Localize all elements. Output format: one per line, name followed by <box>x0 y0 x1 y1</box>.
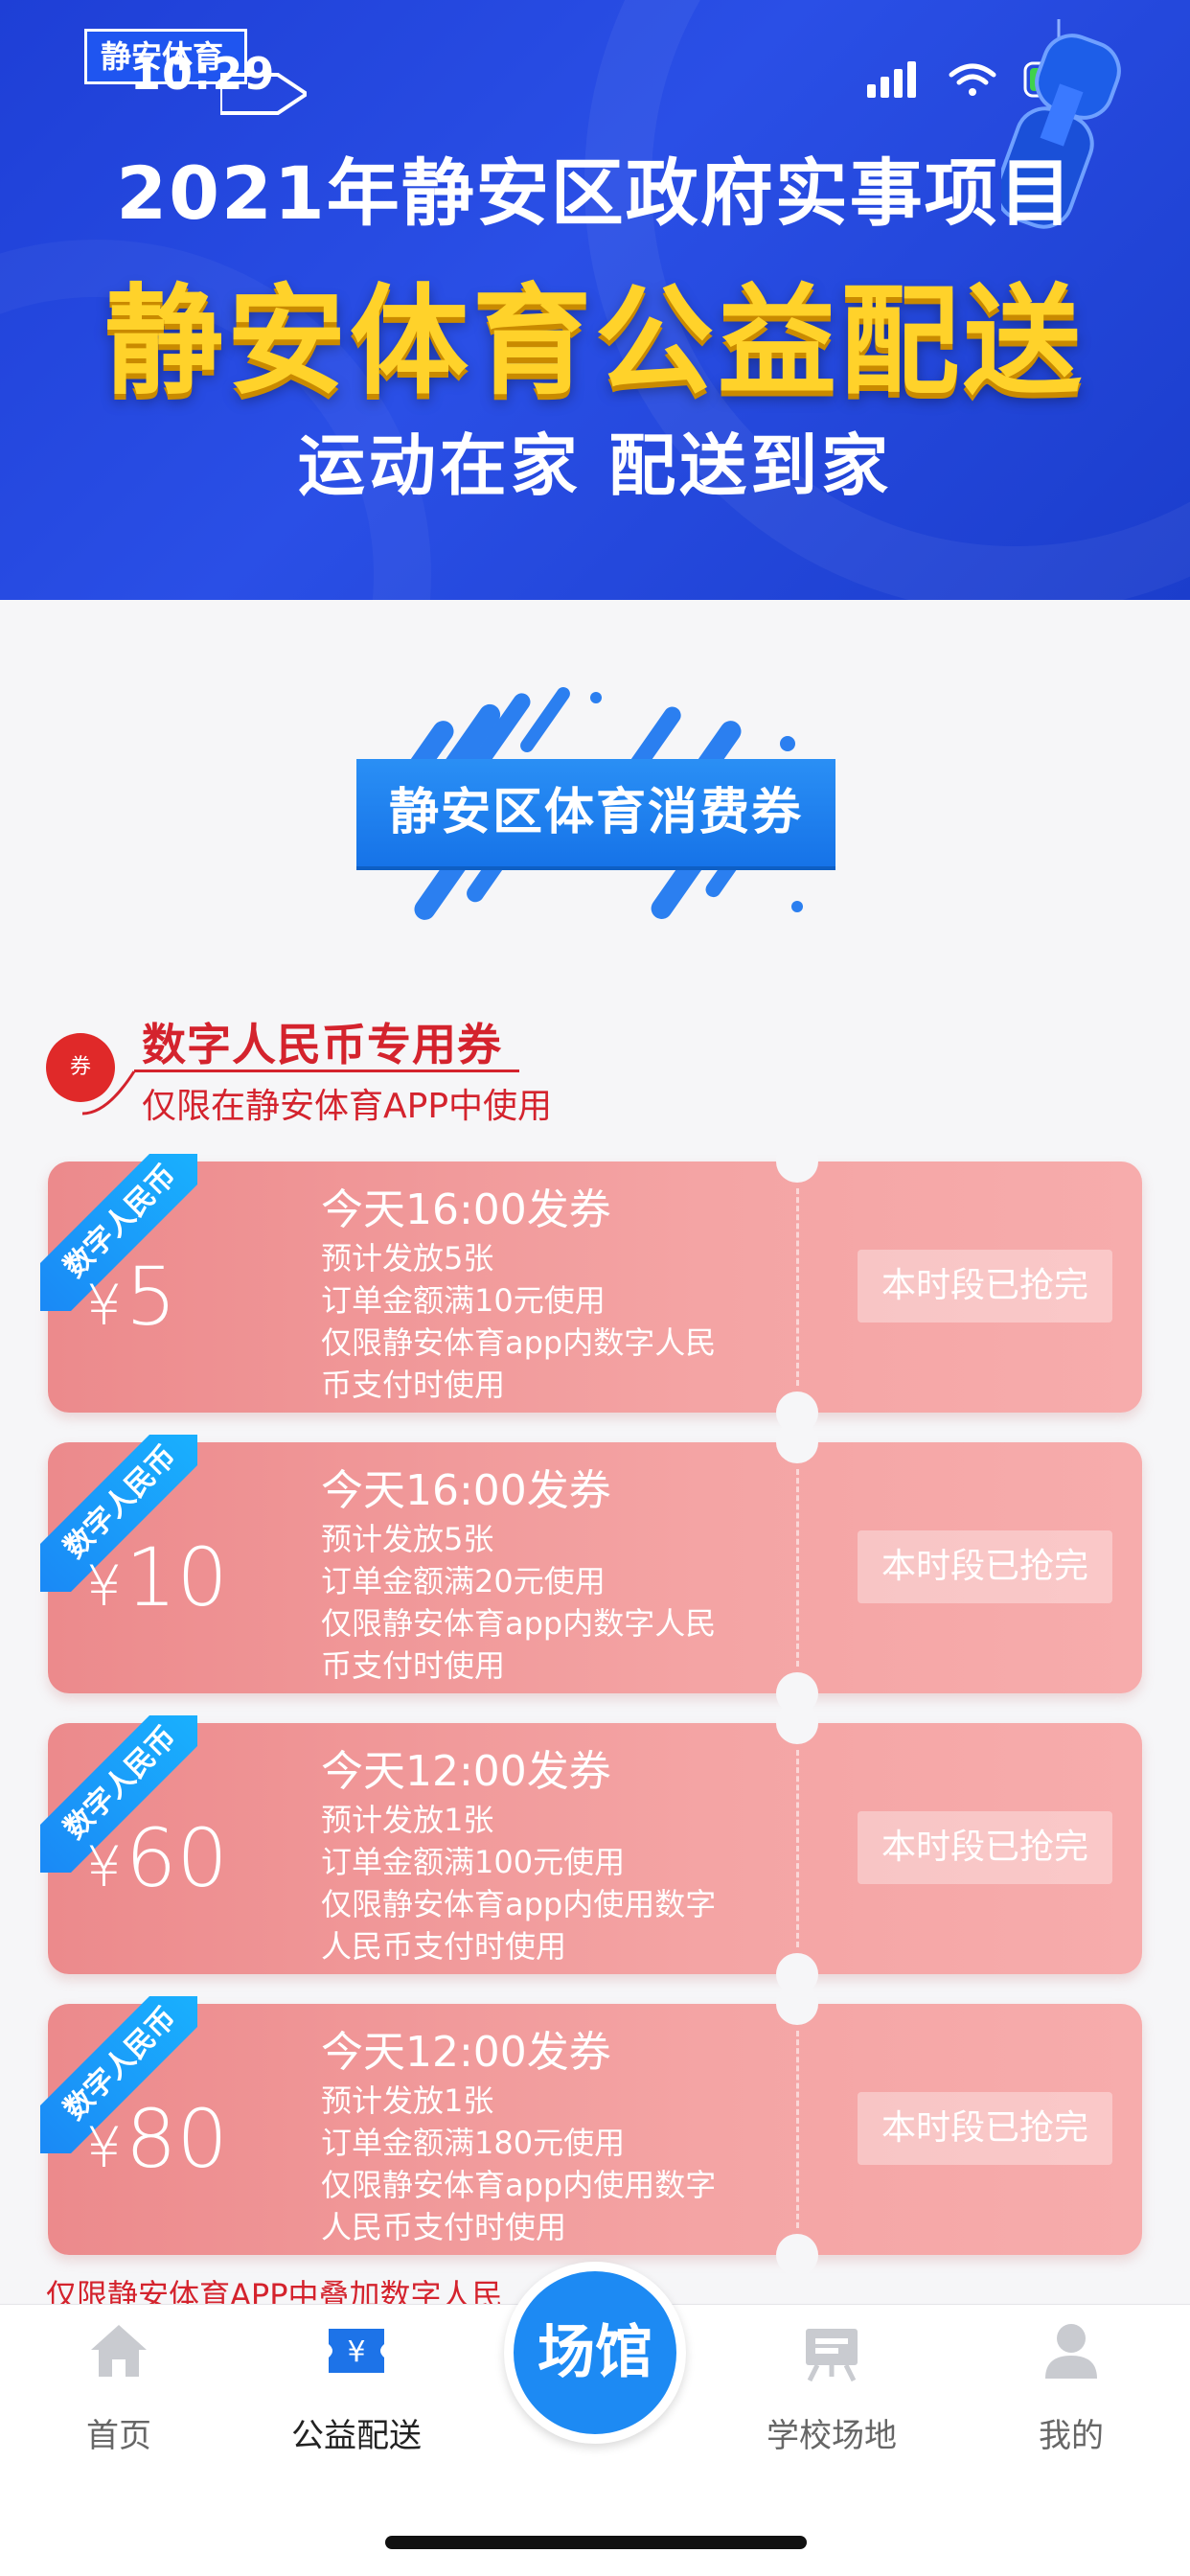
sold-out-button[interactable]: 本时段已抢完 <box>858 2092 1112 2165</box>
top-banner[interactable]: 静安体育 10:29 2021年静安区政府实事项目 静安体育公益配送 运动在家 … <box>0 0 1190 600</box>
tab-home-label: 首页 <box>86 2417 151 2455</box>
coupon-amount: ¥10 <box>86 1530 228 1624</box>
coupon-restriction-cont: 币支付时使用 <box>321 1367 506 1403</box>
coupon-time: 今天16:00发券 <box>321 1185 611 1234</box>
coupon-amount: ¥80 <box>86 2092 228 2186</box>
coupon-restriction: 仅限静安体育app内数字人民 <box>321 1605 717 1642</box>
coupon-quantity: 预计发放5张 <box>321 1240 494 1276</box>
coupon-time: 今天16:00发券 <box>321 1466 611 1515</box>
section-title: 静安区体育消费券 <box>356 759 835 866</box>
tab-home[interactable]: 首页 <box>33 2317 205 2461</box>
coupon-restriction-cont: 人民币支付时使用 <box>321 2209 567 2245</box>
signal-icon <box>867 61 916 98</box>
tab-mine-label: 我的 <box>1039 2417 1104 2455</box>
digital-rmb-subtitle: 仅限在静安体育APP中使用 <box>142 1087 553 1126</box>
coupon-threshold: 订单金额满180元使用 <box>321 2125 626 2161</box>
title-underline <box>134 1070 519 1072</box>
svg-text:¥: ¥ <box>347 2335 365 2369</box>
tab-school-venue[interactable]: 学校场地 <box>745 2317 918 2461</box>
coupon-quantity: 预计发放1张 <box>321 2082 494 2119</box>
underline-curve <box>81 1070 136 1116</box>
home-icon <box>91 2325 147 2377</box>
coupon-time: 今天12:00发券 <box>321 2028 611 2077</box>
coupon-amount: ¥60 <box>86 1811 228 1905</box>
tab-school-label: 学校场地 <box>767 2417 897 2455</box>
coupon-quantity: 预计发放1张 <box>321 1802 494 1838</box>
wifi-icon <box>949 63 996 96</box>
coupon-card[interactable]: 数字人民币 ¥60 今天12:00发券 预计发放1张 订单金额满100元使用 仅… <box>40 1702 1142 1995</box>
coupon-threshold: 订单金额满10元使用 <box>321 1282 606 1319</box>
coupon-time: 今天12:00发券 <box>321 1747 611 1796</box>
coupon-restriction: 仅限静安体育app内使用数字 <box>321 2167 717 2203</box>
coupon-restriction-cont: 人民币支付时使用 <box>321 1928 567 1965</box>
tab-welfare-label: 公益配送 <box>291 2417 422 2455</box>
banner-title-line3: 运动在家 配送到家 <box>297 426 893 505</box>
banner-title-line2: 静安体育公益配送 <box>103 273 1086 411</box>
coupon-restriction: 仅限静安体育app内数字人民 <box>321 1324 717 1361</box>
sold-out-button[interactable]: 本时段已抢完 <box>858 1530 1112 1603</box>
digital-rmb-title: 数字人民币专用券 <box>142 1019 502 1070</box>
coupon-restriction: 仅限静安体育app内使用数字 <box>321 1886 717 1922</box>
coupon-card[interactable]: 数字人民币 ¥80 今天12:00发券 预计发放1张 订单金额满180元使用 仅… <box>40 1983 1142 2276</box>
tab-welfare-delivery[interactable]: ¥ 公益配送 <box>270 2317 443 2461</box>
sold-out-button[interactable]: 本时段已抢完 <box>858 1811 1112 1884</box>
coupon-threshold: 订单金额满20元使用 <box>321 1563 606 1599</box>
venue-center-button[interactable]: 场馆 <box>504 2262 686 2444</box>
user-icon <box>1045 2324 1097 2379</box>
sold-out-button[interactable]: 本时段已抢完 <box>858 1250 1112 1322</box>
coupon-amount: ¥5 <box>86 1250 177 1344</box>
status-time: 10:29 <box>130 48 276 100</box>
coupon-card[interactable]: 数字人民币 ¥10 今天16:00发券 预计发放5张 订单金额满20元使用 仅限… <box>40 1421 1142 1714</box>
ticket-icon: ¥ <box>329 2329 384 2373</box>
coupon-quantity: 预计发放5张 <box>321 1521 494 1557</box>
coupon-restriction-cont: 币支付时使用 <box>321 1647 506 1684</box>
coupon-card[interactable]: 数字人民币 ¥5 今天16:00发券 预计发放5张 订单金额满10元使用 仅限静… <box>40 1140 1142 1434</box>
school-board-icon <box>806 2329 858 2382</box>
tab-mine[interactable]: 我的 <box>985 2317 1157 2461</box>
home-indicator <box>385 2536 807 2549</box>
coupon-threshold: 订单金额满100元使用 <box>321 1844 626 1880</box>
banner-title-line1: 2021年静安区政府实事项目 <box>116 150 1074 236</box>
